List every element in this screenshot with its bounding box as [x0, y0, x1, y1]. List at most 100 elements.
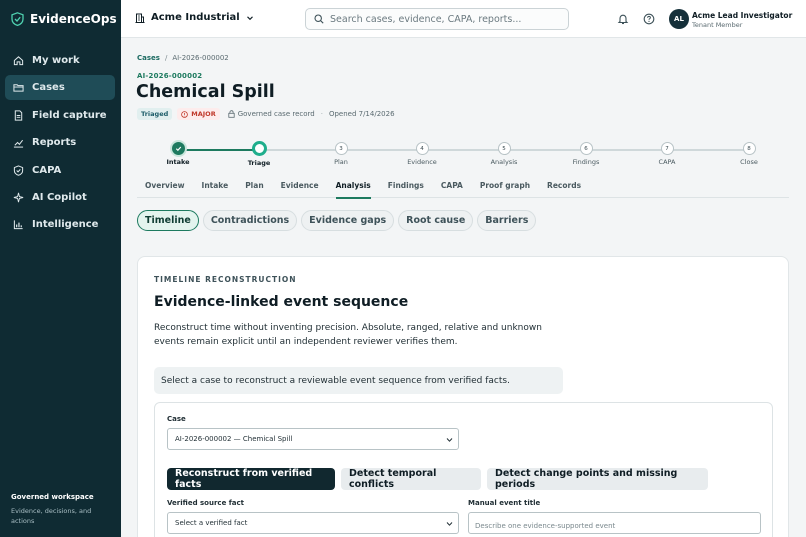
event-title-input[interactable]	[475, 516, 760, 536]
avatar[interactable]: AL	[669, 9, 689, 29]
source-fact-value: Select a verified fact	[175, 519, 248, 527]
sidebar-item-capa[interactable]: CAPA	[5, 158, 115, 183]
chevron-down-icon	[446, 438, 453, 442]
sidebar-item-label: Reports	[32, 137, 77, 149]
step-label: Plan	[334, 158, 348, 166]
org-switcher[interactable]: Acme Industrial	[135, 12, 254, 23]
subtab-timeline[interactable]: Timeline	[137, 210, 199, 231]
chart-icon	[13, 140, 24, 148]
meta-divider: ·	[320, 110, 323, 118]
sidebar-item-label: CAPA	[32, 164, 62, 176]
record-type-label: Governed case record	[237, 110, 315, 118]
tab-evidence[interactable]: Evidence	[281, 177, 319, 198]
step-number: 7	[660, 142, 674, 155]
lock-icon	[228, 110, 235, 118]
building-icon	[135, 13, 145, 23]
step-label: Analysis	[490, 158, 518, 166]
search-box[interactable]	[305, 8, 569, 30]
user-name: Acme Lead Investigator	[692, 11, 793, 20]
case-field-label: Case	[167, 415, 186, 423]
subtab-root-cause[interactable]: Root cause	[398, 210, 474, 231]
breadcrumb: Cases / AI-2026-000002	[137, 54, 229, 62]
step-label: Triage	[247, 159, 271, 167]
tab-intake[interactable]: Intake	[202, 177, 229, 198]
detect-conflicts-button[interactable]: Detect temporal conflicts	[341, 468, 481, 490]
subtab-contradictions[interactable]: Contradictions	[202, 210, 298, 231]
tab-findings[interactable]: Findings	[388, 177, 424, 198]
sidebar-item-field-capture[interactable]: Field capture	[5, 103, 115, 128]
tab-analysis[interactable]: Analysis	[335, 177, 371, 199]
step-capa[interactable]: 7 CAPA	[627, 140, 707, 166]
sidebar-item-ai-copilot[interactable]: AI Copilot	[5, 185, 115, 210]
alert-circle-icon	[181, 110, 189, 118]
case-select-value: AI-2026-000002 — Chemical Spill	[175, 435, 293, 443]
main-content: Cases / AI-2026-000002 AI-2026-000002 Ch…	[121, 38, 806, 537]
sidebar-item-reports[interactable]: Reports	[5, 130, 115, 155]
help-icon[interactable]	[643, 13, 655, 25]
sidebar: EvidenceOps My work Cases Field capture …	[0, 0, 121, 537]
step-plan[interactable]: 3 Plan	[301, 140, 381, 166]
source-fact-label: Verified source fact	[167, 499, 245, 507]
workspace-title: Governed workspace	[11, 493, 94, 501]
source-fact-select[interactable]: Select a verified fact	[167, 512, 459, 534]
tab-plan[interactable]: Plan	[245, 177, 263, 198]
topbar: Acme Industrial AL Acme Lead Investigato…	[121, 0, 806, 38]
sidebar-item-label: Field capture	[32, 109, 107, 121]
app-name: EvidenceOps	[30, 12, 117, 26]
bell-icon[interactable]	[617, 13, 629, 25]
tab-records[interactable]: Records	[547, 177, 581, 198]
section-eyebrow: TIMELINE RECONSTRUCTION	[154, 275, 297, 284]
reconstruction-form: Case AI-2026-000002 — Chemical Spill Rec…	[154, 402, 773, 537]
event-title-label: Manual event title	[468, 499, 541, 507]
severity-label: MAJOR	[191, 110, 216, 118]
sidebar-item-intelligence[interactable]: Intelligence	[5, 212, 115, 237]
step-number: 4	[415, 142, 429, 155]
step-evidence[interactable]: 4 Evidence	[382, 140, 462, 166]
event-title-field[interactable]	[468, 512, 761, 536]
sidebar-item-cases[interactable]: Cases	[5, 75, 115, 101]
severity-badge: MAJOR	[177, 108, 220, 120]
step-label: Close	[740, 158, 758, 166]
breadcrumb-separator: /	[164, 54, 168, 62]
subtab-barriers[interactable]: Barriers	[477, 210, 537, 231]
sidebar-item-label: Cases	[32, 82, 65, 94]
sidebar-nav: My work Cases Field capture Reports CAPA…	[0, 48, 121, 237]
step-intake[interactable]: Intake	[138, 140, 218, 166]
step-close[interactable]: 8 Close	[709, 140, 789, 166]
step-triage[interactable]: Triage	[219, 140, 299, 167]
case-select[interactable]: AI-2026-000002 — Chemical Spill	[167, 428, 459, 450]
opened-date: Opened 7/14/2026	[328, 110, 395, 118]
home-icon	[13, 56, 24, 66]
tab-proof-graph[interactable]: Proof graph	[480, 177, 530, 198]
workflow-stepper: Intake Triage 3 Plan 4 Evidence 5 Analys…	[137, 140, 789, 170]
sparkle-icon	[13, 192, 24, 203]
search-input[interactable]	[330, 13, 560, 25]
tab-capa[interactable]: CAPA	[441, 177, 463, 198]
detect-change-points-button[interactable]: Detect change points and missing periods	[487, 468, 708, 490]
step-label: Findings	[572, 158, 600, 166]
step-number: 8	[742, 142, 756, 155]
user-menu[interactable]: Acme Lead Investigator Tenant Member	[692, 11, 792, 29]
step-number: 5	[497, 142, 511, 155]
brand[interactable]: EvidenceOps	[0, 0, 121, 38]
step-analysis[interactable]: 5 Analysis	[464, 140, 544, 166]
breadcrumb-cases-link[interactable]: Cases	[137, 54, 160, 62]
workspace-description: Evidence, decisions, and actions	[11, 507, 92, 525]
reconstruct-button[interactable]: Reconstruct from verified facts	[167, 468, 335, 490]
org-name: Acme Industrial	[151, 12, 240, 23]
subtab-evidence-gaps[interactable]: Evidence gaps	[301, 210, 395, 231]
sidebar-item-label: Intelligence	[32, 219, 99, 231]
step-label: CAPA	[658, 158, 676, 166]
step-current-indicator	[251, 141, 267, 156]
case-id: AI-2026-000002	[137, 72, 203, 80]
check-icon	[175, 146, 181, 152]
shield-check-icon	[13, 164, 24, 176]
tab-overview[interactable]: Overview	[145, 177, 185, 198]
folder-icon	[13, 84, 24, 93]
case-tabs: Overview Intake Plan Evidence Analysis F…	[137, 177, 789, 199]
step-findings[interactable]: 6 Findings	[546, 140, 626, 166]
sidebar-item-label: AI Copilot	[32, 191, 87, 203]
sidebar-item-my-work[interactable]: My work	[5, 48, 115, 73]
bar-chart-icon	[13, 220, 23, 230]
shield-logo-icon	[11, 12, 24, 26]
